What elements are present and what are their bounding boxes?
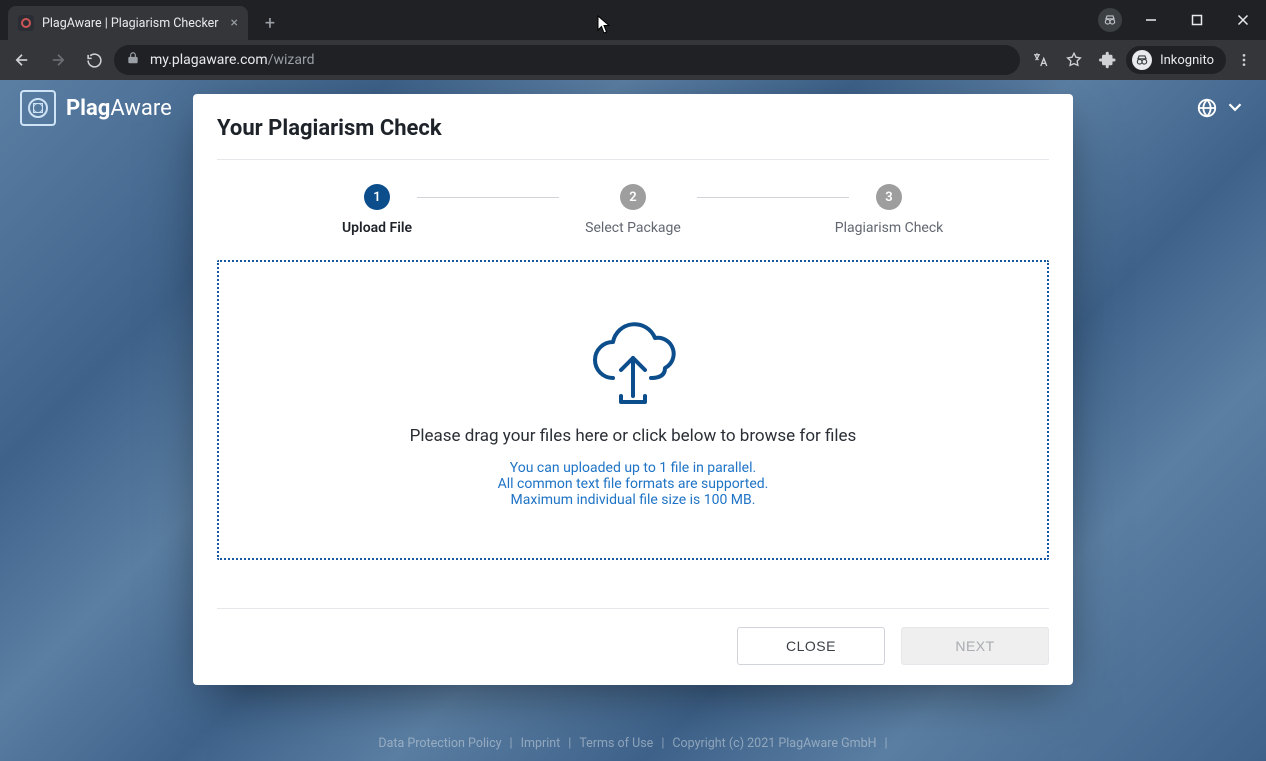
- close-button[interactable]: CLOSE: [737, 627, 885, 665]
- nav-forward-button[interactable]: [42, 44, 74, 76]
- new-tab-button[interactable]: +: [256, 9, 284, 37]
- site-logo[interactable]: PlagAware: [20, 90, 172, 126]
- nav-reload-button[interactable]: [78, 44, 110, 76]
- address-bar[interactable]: my.plagaware.com/wizard: [114, 45, 1020, 75]
- browser-toolbar: my.plagaware.com/wizard Inkognito: [0, 40, 1266, 80]
- window-close-button[interactable]: [1220, 0, 1266, 40]
- step-connector: [697, 197, 849, 198]
- step-label: Select Package: [585, 220, 681, 236]
- browser-tab-active[interactable]: PlagAware | Plagiarism Checker ×: [8, 6, 248, 40]
- browser-tabs: PlagAware | Plagiarism Checker × +: [0, 0, 1098, 40]
- step-label: Upload File: [342, 220, 412, 236]
- step-label: Plagiarism Check: [835, 220, 944, 236]
- step-connector: [417, 197, 559, 198]
- divider: [217, 608, 1049, 609]
- wizard-dialog: Your Plagiarism Check 1 Upload File 2 Se…: [193, 94, 1073, 685]
- cloud-upload-icon: [583, 312, 683, 412]
- kebab-menu-icon[interactable]: [1228, 44, 1260, 76]
- step-plagiarism-check[interactable]: 3 Plagiarism Check: [819, 184, 959, 236]
- extensions-icon[interactable]: [1092, 44, 1124, 76]
- incognito-avatar-icon: [1132, 50, 1152, 70]
- wizard-steps: 1 Upload File 2 Select Package 3 Plagiar…: [217, 184, 1049, 236]
- profile-label: Inkognito: [1160, 53, 1214, 68]
- page-viewport: PlagAware Data Protection Policy| Imprin…: [0, 80, 1266, 761]
- close-tab-icon[interactable]: ×: [231, 16, 238, 30]
- step-number: 2: [620, 184, 646, 210]
- file-dropzone[interactable]: Please drag your files here or click bel…: [217, 260, 1049, 560]
- language-button[interactable]: [1196, 96, 1246, 121]
- browser-titlebar: PlagAware | Plagiarism Checker × +: [0, 0, 1266, 40]
- window-controls: [1128, 0, 1266, 40]
- lock-icon: [126, 51, 140, 69]
- site-footer: Data Protection Policy| Imprint| Terms o…: [0, 736, 1266, 751]
- window-maximize-button[interactable]: [1174, 0, 1220, 40]
- logo-mark-icon: [20, 90, 56, 126]
- step-select-package[interactable]: 2 Select Package: [563, 184, 703, 236]
- step-upload-file[interactable]: 1 Upload File: [307, 184, 447, 236]
- dialog-title: Your Plagiarism Check: [217, 116, 1049, 141]
- chevron-down-icon: [1224, 96, 1246, 121]
- step-number: 3: [876, 184, 902, 210]
- dialog-actions: CLOSE NEXT: [217, 627, 1049, 665]
- divider: [217, 159, 1049, 160]
- logo-text: PlagAware: [66, 96, 172, 121]
- translate-icon[interactable]: [1024, 44, 1056, 76]
- bookmark-star-icon[interactable]: [1058, 44, 1090, 76]
- toolbar-right: Inkognito: [1024, 44, 1260, 76]
- step-number: 1: [364, 184, 390, 210]
- window-minimize-button[interactable]: [1128, 0, 1174, 40]
- url-text: my.plagaware.com/wizard: [150, 52, 314, 68]
- dropzone-main-text: Please drag your files here or click bel…: [410, 426, 857, 446]
- tab-title: PlagAware | Plagiarism Checker: [42, 16, 223, 31]
- next-button[interactable]: NEXT: [901, 627, 1049, 665]
- nav-back-button[interactable]: [6, 44, 38, 76]
- globe-icon: [1196, 97, 1218, 119]
- favicon-icon: [18, 15, 34, 31]
- dropzone-sub-text: You can uploaded up to 1 file in paralle…: [498, 460, 769, 508]
- incognito-indicator-icon: [1098, 8, 1122, 32]
- profile-chip[interactable]: Inkognito: [1126, 46, 1226, 74]
